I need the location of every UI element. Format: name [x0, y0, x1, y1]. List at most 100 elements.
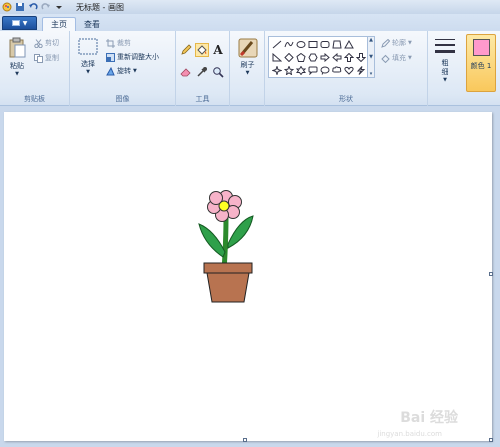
chevron-down-icon: ▼ [245, 70, 250, 76]
polygon-shape-icon[interactable] [331, 39, 342, 49]
color-1-button[interactable]: 颜色 1 [466, 34, 496, 92]
brushes-label: 刷子 [240, 61, 255, 69]
gallery-expand-icon[interactable]: ▾ [370, 71, 373, 77]
fill-bucket-icon [381, 54, 390, 63]
four-point-star-shape-icon[interactable] [271, 65, 282, 75]
five-point-star-shape-icon[interactable] [283, 65, 294, 75]
down-arrow-shape-icon[interactable] [355, 52, 366, 62]
right-arrow-shape-icon[interactable] [319, 52, 330, 62]
copy-button[interactable]: 复制 [34, 53, 59, 63]
select-label: 选择 [81, 60, 95, 68]
line-shape-icon[interactable] [271, 39, 282, 49]
copy-icon [34, 53, 43, 63]
quick-access-toolbar [0, 2, 64, 12]
shapes-group-label: 形状 [339, 95, 353, 103]
text-tool-icon: A [213, 43, 223, 57]
heart-shape-icon[interactable] [343, 65, 354, 75]
chevron-down-icon: ▼ [15, 71, 19, 77]
brushes-group: 刷子 ▼ [230, 31, 265, 106]
tab-home[interactable]: 主页 [42, 17, 76, 31]
shapes-gallery [268, 36, 368, 78]
pencil-tool[interactable] [179, 43, 193, 57]
paste-label: 粘贴 [10, 62, 24, 70]
cloud-callout-shape-icon[interactable] [331, 65, 342, 75]
triangle-shape-icon[interactable] [343, 39, 354, 49]
eraser-tool[interactable] [179, 65, 193, 79]
outline-pen-icon [381, 38, 390, 48]
right-triangle-shape-icon[interactable] [271, 52, 282, 62]
chevron-down-icon: ▼ [443, 77, 447, 83]
select-icon [78, 38, 98, 55]
resize-handle-corner[interactable] [489, 438, 493, 442]
cut-label: 剪切 [45, 39, 59, 47]
watermark-url: jingyan.baidu.com [377, 430, 442, 438]
hexagon-shape-icon[interactable] [307, 52, 318, 62]
watermark-logo: Bai 经验 [400, 410, 458, 426]
shapes-gallery-scroll[interactable]: ▲ ▼ ▾ [368, 36, 375, 78]
pentagon-shape-icon[interactable] [295, 52, 306, 62]
rectangle-shape-icon[interactable] [307, 39, 318, 49]
paste-button[interactable]: 粘贴 ▼ [6, 37, 28, 77]
fill-button[interactable]: 填充 ▼ [381, 53, 412, 63]
flower-pot-drawing [198, 190, 254, 303]
chevron-down-icon: ▼ [86, 69, 90, 75]
resize-handle-right[interactable] [489, 272, 493, 276]
select-button[interactable]: 选择 ▼ [76, 37, 100, 75]
chevron-down-icon: ▼ [133, 68, 137, 74]
crop-icon [106, 38, 115, 48]
brushes-button[interactable]: 刷子 ▼ [235, 37, 260, 76]
up-arrow-shape-icon[interactable] [343, 52, 354, 62]
document-icon [11, 20, 20, 26]
clipboard-group-label: 剪贴板 [24, 95, 45, 103]
outline-label: 轮廓 [392, 39, 406, 47]
paste-icon [9, 37, 26, 58]
resize-label: 重新调整大小 [117, 53, 159, 61]
rotate-label: 旋转 [117, 67, 131, 75]
outline-button[interactable]: 轮廓 ▼ [381, 38, 412, 48]
customize-arrow-icon[interactable] [54, 2, 64, 12]
chevron-down-icon: ▼ [408, 40, 412, 46]
left-arrow-shape-icon[interactable] [331, 52, 342, 62]
scissors-icon [34, 38, 43, 48]
size-button[interactable]: 粗细 ▼ [432, 37, 458, 83]
magnifier-icon [213, 67, 224, 78]
rounded-callout-shape-icon[interactable] [307, 65, 318, 75]
eraser-icon [180, 68, 191, 77]
diamond-shape-icon[interactable] [283, 52, 294, 62]
tools-group: A 工具 [176, 31, 230, 106]
size-group: 粗细 ▼ [428, 31, 462, 106]
lightning-shape-icon[interactable] [355, 65, 366, 75]
window-title: 无标题 - 画图 [76, 2, 124, 12]
shapes-group: ▲ ▼ ▾ 轮廓 ▼ 填充 ▼ 形状 [265, 31, 428, 106]
resize-handle-bottom[interactable] [243, 438, 247, 442]
app-icon[interactable] [2, 2, 12, 12]
six-point-star-shape-icon[interactable] [295, 65, 306, 75]
fill-label: 填充 [392, 54, 406, 62]
resize-button[interactable]: 重新调整大小 [106, 52, 159, 62]
chevron-up-icon[interactable]: ▲ [369, 37, 373, 43]
rotate-button[interactable]: 旋转 ▼ [106, 66, 137, 76]
color-1-label: 颜色 1 [470, 62, 492, 70]
tab-view[interactable]: 查看 [76, 17, 108, 31]
fill-tool[interactable] [195, 43, 209, 57]
save-icon[interactable] [15, 2, 25, 12]
image-group: 选择 ▼ 裁剪 重新调整大小 旋转 ▼ 图像 [70, 31, 176, 106]
oval-callout-shape-icon[interactable] [319, 65, 330, 75]
resize-icon [106, 52, 115, 62]
paint-menu-button[interactable]: ▼ [2, 16, 37, 30]
rounded-rectangle-shape-icon[interactable] [319, 39, 330, 49]
curve-shape-icon[interactable] [283, 39, 294, 49]
redo-icon[interactable] [41, 2, 51, 12]
color-picker-tool[interactable] [195, 65, 209, 79]
crop-button[interactable]: 裁剪 [106, 38, 131, 48]
text-tool[interactable]: A [211, 43, 225, 57]
drawing-canvas[interactable]: Bai 经验 jingyan.baidu.com [4, 112, 492, 441]
magnifier-tool[interactable] [211, 65, 225, 79]
chevron-down-icon[interactable]: ▼ [369, 54, 373, 60]
line-width-icon [435, 39, 455, 53]
undo-icon[interactable] [28, 2, 38, 12]
oval-shape-icon[interactable] [295, 39, 306, 49]
rotate-icon [106, 66, 115, 75]
cut-button[interactable]: 剪切 [34, 38, 59, 48]
chevron-down-icon: ▼ [408, 55, 412, 61]
